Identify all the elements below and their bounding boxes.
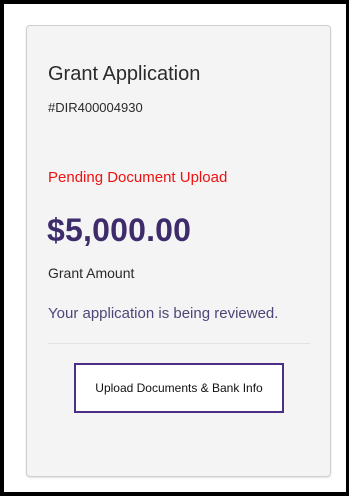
review-message: Your application is being reviewed. xyxy=(48,305,279,322)
card-title: Grant Application xyxy=(48,63,201,85)
screenshot-frame: Grant Application #DIR400004930 Pending … xyxy=(0,0,349,496)
application-reference-number: #DIR400004930 xyxy=(48,100,143,115)
status-text: Pending Document Upload xyxy=(48,169,228,186)
grant-amount-value: $5,000.00 xyxy=(47,212,192,248)
divider xyxy=(48,343,310,344)
grant-application-card: Grant Application #DIR400004930 Pending … xyxy=(26,25,331,477)
grant-amount-label: Grant Amount xyxy=(48,265,135,281)
upload-documents-button[interactable]: Upload Documents & Bank Info xyxy=(74,363,284,413)
